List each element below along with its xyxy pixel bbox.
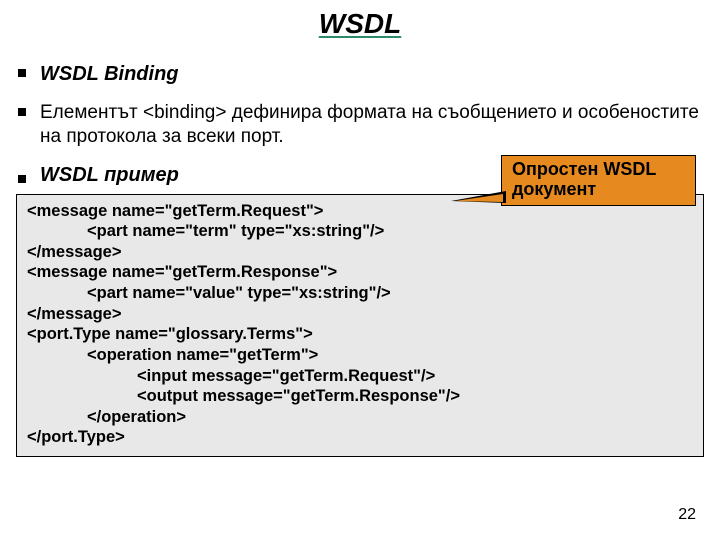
callout-line: Опростен WSDL bbox=[512, 159, 685, 180]
code-line: </port.Type> bbox=[27, 427, 693, 448]
callout-arrow-icon bbox=[451, 191, 506, 203]
code-line: <part name="value" type="xs:string"/> bbox=[27, 283, 693, 304]
code-line: <port.Type name="glossary.Terms"> bbox=[27, 324, 693, 345]
bullet-square-icon bbox=[18, 108, 26, 116]
bullet-heading-2: WSDL пример Опростен WSDL документ bbox=[18, 163, 702, 188]
bullet-heading-text: WSDL Binding bbox=[40, 62, 179, 87]
code-line: <operation name="getTerm"> bbox=[27, 345, 693, 366]
callout-box: Опростен WSDL документ bbox=[501, 155, 696, 206]
code-line: <part name="term" type="xs:string"/> bbox=[27, 221, 693, 242]
code-line: </message> bbox=[27, 242, 693, 263]
callout: Опростен WSDL документ bbox=[501, 155, 696, 206]
slide-title: WSDL bbox=[18, 8, 702, 40]
code-line: <input message="getTerm.Request"/> bbox=[27, 366, 693, 387]
bullet-body-text: Елементът <binding> дефинира формата на … bbox=[40, 101, 702, 149]
page-number: 22 bbox=[678, 506, 696, 524]
code-example: <message name="getTerm.Request"><part na… bbox=[16, 194, 704, 458]
code-line: <message name="getTerm.Response"> bbox=[27, 262, 693, 283]
code-line: </operation> bbox=[27, 407, 693, 428]
slide: WSDL WSDL Binding Елементът <binding> де… bbox=[0, 0, 720, 540]
bullet-body-1: Елементът <binding> дефинира формата на … bbox=[18, 101, 702, 149]
code-line: </message> bbox=[27, 304, 693, 325]
bullet-heading-1: WSDL Binding bbox=[18, 62, 702, 87]
callout-line: документ bbox=[512, 179, 685, 200]
code-line: <output message="getTerm.Response"/> bbox=[27, 386, 693, 407]
bullet-square-icon bbox=[18, 69, 26, 77]
bullet-square-icon bbox=[18, 175, 26, 183]
bullet-heading-text: WSDL пример bbox=[40, 163, 179, 188]
